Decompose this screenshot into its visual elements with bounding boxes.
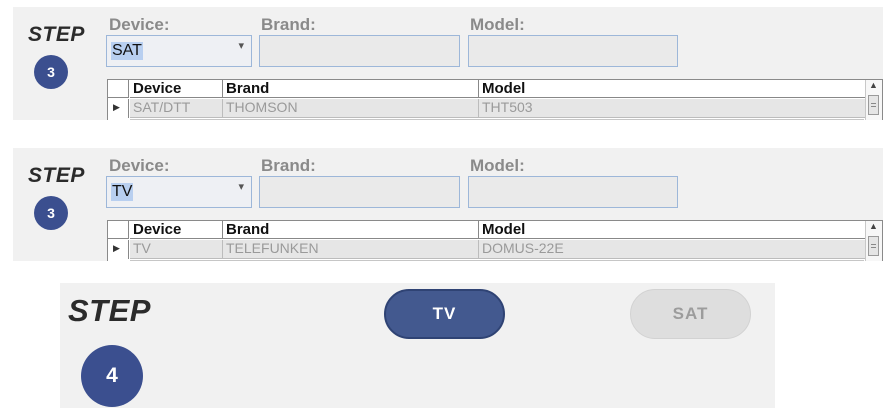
row-pointer-icon: ▶ [113,102,120,112]
column-header-device[interactable]: Device [130,80,223,98]
brand-label: Brand: [261,15,316,34]
scrollbar-thumb[interactable] [868,95,879,115]
table-cell-brand[interactable]: TELEFUNKEN [223,240,479,259]
results-table[interactable]: ▶ Device Brand Model TV TELEFUNKEN DOMUS… [107,220,883,261]
step-number-badge: 3 [34,55,68,89]
brand-label: Brand: [261,156,316,175]
device-dropdown-value: TV [111,183,134,201]
step-label: STEP [28,23,85,46]
column-header-brand[interactable]: Brand [223,80,479,98]
step4-panel: STEP 4 TV SAT [60,283,775,408]
chevron-down-icon[interactable]: ▾ [238,39,244,52]
model-field[interactable] [468,35,678,67]
scroll-up-arrow-icon[interactable]: ▲ [869,221,878,231]
scrollbar-thumb[interactable] [868,236,879,256]
table-cell-device[interactable]: TV [130,240,223,259]
step3-tv-panel: STEP 3 Device: Brand: Model: TV ▾ ▶ Devi… [13,148,883,261]
results-table[interactable]: ▶ Device Brand Model SAT/DTT THOMSON THT… [107,79,883,120]
row-header-corner [108,80,129,98]
chevron-down-icon[interactable]: ▾ [238,180,244,193]
table-cell-model[interactable]: THT503 [479,99,866,118]
table-cell-model[interactable]: DOMUS-22E [479,240,866,259]
column-header-brand[interactable]: Brand [223,221,479,239]
table-cell-brand[interactable]: THOMSON [223,99,479,118]
model-label: Model: [470,15,525,34]
device-label: Device: [109,156,170,175]
step-label: STEP [68,293,151,328]
model-label: Model: [470,156,525,175]
column-header-model[interactable]: Model [479,221,866,239]
table-cell-device[interactable]: SAT/DTT [130,99,223,118]
brand-field[interactable] [259,35,460,67]
device-dropdown[interactable]: TV ▾ [106,176,252,208]
step-number-badge: 3 [34,196,68,230]
vertical-scrollbar[interactable]: ▲ [865,80,882,120]
step-number-badge: 4 [81,345,143,407]
device-dropdown[interactable]: SAT ▾ [106,35,252,67]
device-dropdown-value: SAT [111,42,143,60]
row-header-corner [108,221,129,239]
device-label: Device: [109,15,170,34]
sat-button[interactable]: SAT [630,289,751,339]
column-header-model[interactable]: Model [479,80,866,98]
table-row-partial[interactable] [130,260,864,261]
row-pointer-icon: ▶ [113,243,120,253]
vertical-scrollbar[interactable]: ▲ [865,221,882,261]
step3-sat-panel: STEP 3 Device: Brand: Model: SAT ▾ ▶ Dev… [13,7,883,120]
column-header-device[interactable]: Device [130,221,223,239]
step-label: STEP [28,164,85,187]
brand-field[interactable] [259,176,460,208]
model-field[interactable] [468,176,678,208]
scroll-up-arrow-icon[interactable]: ▲ [869,80,878,90]
table-row-partial[interactable] [130,119,864,120]
tv-button[interactable]: TV [384,289,505,339]
